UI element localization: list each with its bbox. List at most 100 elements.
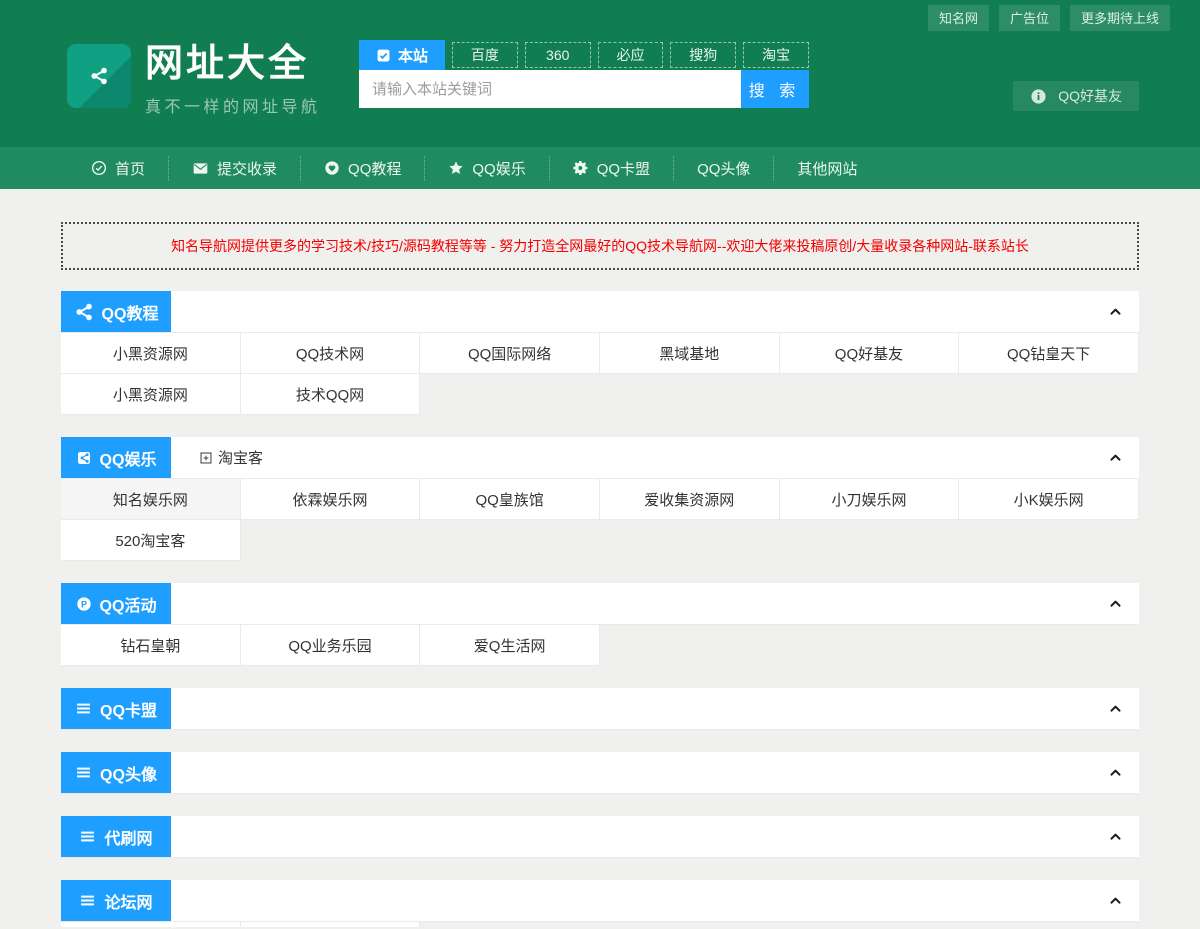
site-link[interactable]: 知名娱乐网 — [61, 479, 241, 520]
site-link[interactable]: QQ国际网络 — [420, 333, 600, 374]
section-title: QQ教程 — [102, 300, 159, 324]
section-title: 代刷网 — [104, 825, 152, 849]
section-tab-qq-kamen[interactable]: QQ卡盟 — [61, 688, 171, 729]
section-tab-daishua[interactable]: 代刷网 — [61, 816, 171, 857]
search-button[interactable]: 搜 索 — [741, 70, 809, 108]
nav-item-submit[interactable]: 提交收录 — [168, 156, 300, 181]
section-tab-forum[interactable]: 论坛网 — [61, 880, 171, 921]
search-tab-淘宝[interactable]: 淘宝 — [743, 42, 809, 68]
search-tab-label: 360 — [546, 47, 569, 63]
site-link[interactable]: 技术QQ网 — [241, 374, 421, 415]
chevron-up-icon — [1108, 450, 1123, 465]
topbar-link[interactable]: 更多期待上线 — [1070, 5, 1170, 31]
nav-item-qq-fun[interactable]: QQ娱乐 — [424, 156, 548, 181]
site-link[interactable]: 爱收集资源网 — [600, 479, 780, 520]
chevron-up-icon — [1108, 596, 1123, 611]
gear-icon — [573, 160, 589, 176]
site-link[interactable] — [241, 922, 421, 927]
nav-item-qq-kamen[interactable]: QQ卡盟 — [549, 156, 673, 181]
section-daishua: 代刷网 — [61, 816, 1139, 858]
site-link[interactable]: 依霖娱乐网 — [241, 479, 421, 520]
collapse-button[interactable] — [1108, 583, 1123, 624]
section-forum: 论坛网 — [61, 880, 1139, 927]
site-logo-link[interactable]: 网址大全 真不一样的网址导航 — [67, 44, 321, 117]
navbar: 首页 提交收录QQ教程QQ娱乐 QQ卡盟 QQ头像 其他网站 — [0, 147, 1200, 189]
section-title: QQ娱乐 — [100, 446, 157, 470]
section-tab-qq-avatar[interactable]: QQ头像 — [61, 752, 171, 793]
section-tab-qq-tutorial[interactable]: QQ教程 — [61, 291, 171, 332]
search-tab-label: 搜狗 — [689, 45, 717, 65]
section-header: QQ娱乐 淘宝客 — [61, 437, 1139, 479]
search-tab-label: 百度 — [471, 45, 499, 65]
site-link[interactable]: 爱Q生活网 — [420, 625, 600, 666]
search-engine-tabs: 本站 百度 360 必应 搜狗 淘宝 — [359, 40, 809, 70]
site-link[interactable]: 黑域基地 — [600, 333, 780, 374]
collapse-button[interactable] — [1108, 752, 1123, 793]
search-tab-必应[interactable]: 必应 — [598, 42, 664, 68]
section-header: QQ卡盟 — [61, 688, 1139, 730]
section-title: QQ头像 — [100, 761, 157, 785]
notice-text: 知名导航网提供更多的学习技术/技巧/源码教程等等 - 努力打造全网最好的QQ技术… — [171, 238, 1029, 254]
section-qq-avatar: QQ头像 — [61, 752, 1139, 794]
chevron-up-icon — [1108, 829, 1123, 844]
collapse-button[interactable] — [1108, 291, 1123, 332]
section-subtab-淘宝客[interactable]: 淘宝客 — [199, 437, 263, 478]
nav-item-label: QQ头像 — [697, 158, 750, 179]
site-link[interactable]: QQ业务乐园 — [241, 625, 421, 666]
site-link[interactable]: 小黑资源网 — [61, 333, 241, 374]
section-header: QQ头像 — [61, 752, 1139, 794]
section-header: QQ教程 — [61, 291, 1139, 333]
section-title: QQ活动 — [100, 592, 157, 616]
site-link[interactable]: QQ皇族馆 — [420, 479, 600, 520]
nav-item-qq-avatar[interactable]: QQ头像 — [673, 156, 773, 181]
search-tab-360[interactable]: 360 — [525, 42, 591, 68]
site-link[interactable]: 小黑资源网 — [61, 374, 241, 415]
search-tab-label: 必应 — [617, 45, 645, 65]
site-link[interactable]: 小K娱乐网 — [959, 479, 1139, 520]
site-link[interactable]: 小刀娱乐网 — [780, 479, 960, 520]
envelope-icon — [192, 161, 209, 176]
nav-item-other-sites[interactable]: 其他网站 — [773, 156, 880, 181]
collapse-button[interactable] — [1108, 688, 1123, 729]
star-icon — [448, 160, 464, 176]
site-link[interactable]: QQ技术网 — [241, 333, 421, 374]
site-link[interactable]: QQ好基友 — [780, 333, 960, 374]
section-header: 论坛网 — [61, 880, 1139, 922]
menu-icon — [75, 764, 92, 781]
nav-item-label: 首页 — [115, 158, 145, 179]
svg-text:P: P — [81, 599, 87, 609]
search-input[interactable] — [359, 70, 741, 108]
site-link[interactable]: 钻石皇朝 — [61, 625, 241, 666]
nav-item-qq-tutorial[interactable]: QQ教程 — [300, 156, 424, 181]
site-header: 知名网广告位更多期待上线 网址大全 真不一样的网址导航 本站 百度 360 必应 搜狗 淘… — [0, 0, 1200, 189]
site-link[interactable]: QQ钻皇天下 — [959, 333, 1139, 374]
search-tab-本站[interactable]: 本站 — [359, 40, 445, 70]
collapse-button[interactable] — [1108, 437, 1123, 478]
topbar-link[interactable]: 知名网 — [928, 5, 989, 31]
nav-item-label: 其他网站 — [797, 158, 857, 179]
search-tab-label: 本站 — [398, 45, 428, 66]
section-tab-qq-activity[interactable]: P QQ活动 — [61, 583, 171, 624]
section-qq-activity: P QQ活动钻石皇朝QQ业务乐园爱Q生活网 — [61, 583, 1139, 666]
sections-list: QQ教程小黑资源网QQ技术网QQ国际网络黑域基地QQ好基友QQ钻皇天下小黑资源网… — [61, 291, 1139, 927]
chevron-up-icon — [1108, 765, 1123, 780]
qq-friend-label: QQ好基友 — [1058, 86, 1122, 106]
share-icon — [89, 66, 109, 86]
section-qq-tutorial: QQ教程小黑资源网QQ技术网QQ国际网络黑域基地QQ好基友QQ钻皇天下小黑资源网… — [61, 291, 1139, 415]
search-tab-搜狗[interactable]: 搜狗 — [670, 42, 736, 68]
collapse-button[interactable] — [1108, 816, 1123, 857]
section-tab-qq-fun[interactable]: QQ娱乐 — [61, 437, 171, 478]
plus-square-icon — [199, 451, 213, 465]
topbar: 知名网广告位更多期待上线 — [0, 0, 1200, 31]
site-link[interactable] — [61, 922, 241, 927]
nav-item-home[interactable]: 首页 — [61, 156, 168, 181]
search-tab-百度[interactable]: 百度 — [452, 42, 518, 68]
topbar-link[interactable]: 广告位 — [999, 5, 1060, 31]
section-title: QQ卡盟 — [100, 697, 157, 721]
header-main: 网址大全 真不一样的网址导航 本站 百度 360 必应 搜狗 淘宝 搜 索 QQ好基友 — [61, 31, 1139, 147]
nav-item-label: QQ卡盟 — [597, 158, 650, 179]
circle-heart-icon — [324, 160, 340, 176]
qq-friend-button[interactable]: QQ好基友 — [1013, 81, 1139, 111]
site-link[interactable]: 520淘宝客 — [61, 520, 241, 561]
collapse-button[interactable] — [1108, 880, 1123, 921]
